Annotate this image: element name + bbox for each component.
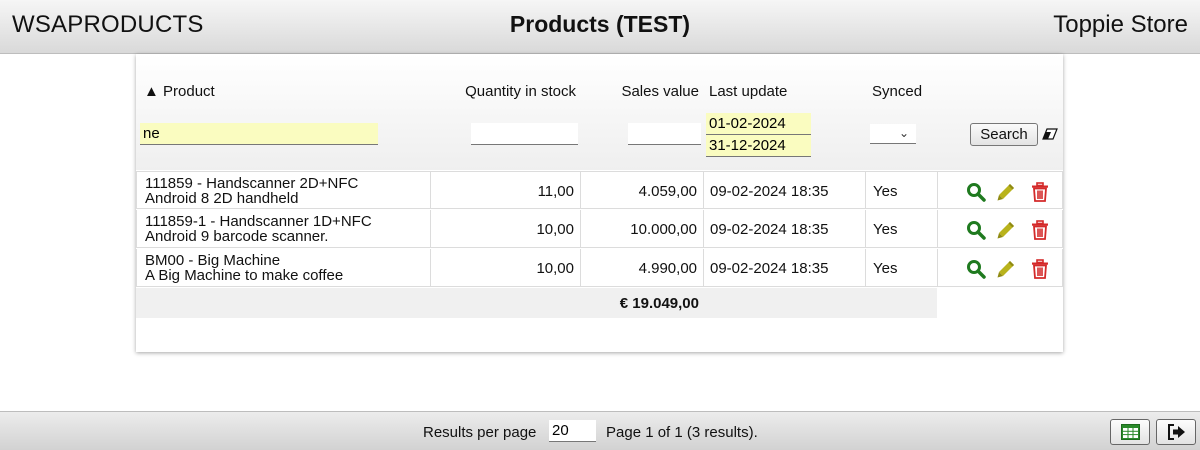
trash-icon[interactable]: [1030, 220, 1050, 240]
synced-cell: Yes: [865, 249, 938, 287]
last-update-cell: 09-02-2024 18:35: [703, 249, 866, 287]
table-row: 111859-1 - Handscanner 1D+NFC Android 9 b…: [136, 210, 1063, 249]
product-title: BM00 - Big Machine: [145, 252, 281, 269]
spreadsheet-icon: [1121, 424, 1140, 440]
product-cell: 111859 - Handscanner 2D+NFC Android 8 2D …: [136, 171, 431, 209]
app-brand: WSAPRODUCTS: [12, 11, 204, 38]
magnifier-icon[interactable]: [966, 182, 986, 202]
app-header: WSAPRODUCTS Products (TEST) Toppie Store: [0, 0, 1200, 54]
pagination-info: Page 1 of 1 (3 results).: [606, 424, 758, 441]
column-header-sales[interactable]: Sales value: [621, 83, 699, 100]
sales-cell: 4.059,00: [580, 171, 704, 209]
actions-cell: [937, 171, 1063, 209]
trash-icon[interactable]: [1030, 182, 1050, 202]
exit-icon: [1168, 424, 1185, 440]
column-header-quantity[interactable]: Quantity in stock: [465, 83, 576, 100]
date-from-input[interactable]: [706, 113, 811, 135]
product-cell: BM00 - Big Machine A Big Machine to make …: [136, 249, 431, 287]
product-description: Android 9 barcode scanner.: [145, 228, 329, 245]
synced-cell: Yes: [865, 210, 938, 248]
date-to-input[interactable]: [706, 135, 811, 157]
product-cell: 111859-1 - Handscanner 1D+NFC Android 9 b…: [136, 210, 431, 248]
synced-filter-select[interactable]: ⌄: [870, 124, 916, 144]
column-header-product[interactable]: ▲ Product: [144, 83, 215, 100]
total-sales-value: € 19.049,00: [619, 295, 699, 312]
quantity-cell: 10,00: [430, 210, 581, 248]
product-title: 111859 - Handscanner 2D+NFC: [145, 175, 359, 192]
synced-cell: Yes: [865, 171, 938, 209]
last-update-cell: 09-02-2024 18:35: [703, 171, 866, 209]
table-row: BM00 - Big Machine A Big Machine to make …: [136, 249, 1063, 288]
quantity-cell: 11,00: [430, 171, 581, 209]
total-bar: € 19.049,00: [136, 288, 937, 318]
store-name: Toppie Store: [1053, 11, 1188, 38]
search-button[interactable]: Search: [970, 123, 1038, 146]
magnifier-icon[interactable]: [966, 259, 986, 279]
product-description: A Big Machine to make coffee: [145, 267, 344, 284]
product-description: Android 8 2D handheld: [145, 190, 299, 207]
app-footer: Results per page Page 1 of 1 (3 results)…: [0, 411, 1200, 450]
pencil-icon[interactable]: [996, 182, 1016, 202]
trash-icon[interactable]: [1030, 259, 1050, 279]
chevron-down-icon: ⌄: [898, 126, 909, 140]
results-per-page-label: Results per page: [423, 424, 537, 441]
pencil-icon[interactable]: [996, 259, 1016, 279]
product-title: 111859-1 - Handscanner 1D+NFC: [145, 213, 372, 230]
column-header-synced[interactable]: Synced: [872, 83, 922, 100]
pencil-icon[interactable]: [996, 220, 1016, 240]
actions-cell: [937, 249, 1063, 287]
export-spreadsheet-button[interactable]: [1110, 419, 1150, 445]
table-header: ▲ Product Quantity in stock Sales value …: [136, 54, 1063, 170]
sales-cell: 4.990,00: [580, 249, 704, 287]
table-row: 111859 - Handscanner 2D+NFC Android 8 2D …: [136, 171, 1063, 210]
eraser-icon[interactable]: [1042, 128, 1058, 140]
last-update-cell: 09-02-2024 18:35: [703, 210, 866, 248]
products-panel: ▲ Product Quantity in stock Sales value …: [136, 54, 1063, 352]
logout-button[interactable]: [1156, 419, 1196, 445]
sales-filter-input[interactable]: [628, 123, 701, 145]
quantity-cell: 10,00: [430, 249, 581, 287]
results-per-page-input[interactable]: [549, 420, 596, 442]
magnifier-icon[interactable]: [966, 220, 986, 240]
column-header-last-update[interactable]: Last update: [709, 83, 787, 100]
product-filter-input[interactable]: [140, 123, 378, 145]
sales-cell: 10.000,00: [580, 210, 704, 248]
actions-cell: [937, 210, 1063, 248]
quantity-filter-input[interactable]: [471, 123, 578, 145]
